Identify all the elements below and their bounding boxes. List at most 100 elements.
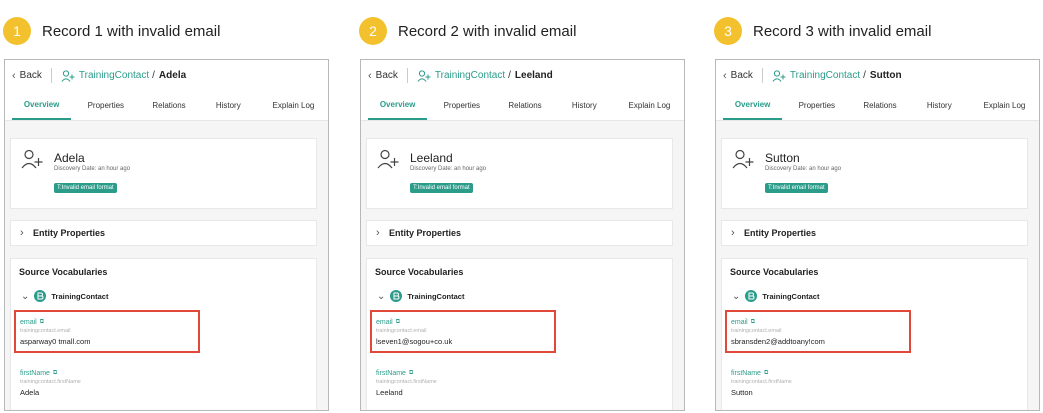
tab-explain-log[interactable]: Explain Log [615, 91, 684, 120]
entity-properties-section[interactable]: › Entity Properties [366, 220, 673, 246]
add-person-icon [21, 149, 43, 169]
entity-properties-label: Entity Properties [389, 228, 462, 238]
vocabulary-name: TrainingContact [407, 291, 465, 301]
step-label: Record 1 with invalid email [42, 22, 221, 40]
external-link-icon[interactable]: ⧉ [764, 370, 768, 377]
invalid-email-highlight [14, 310, 200, 353]
invalid-email-highlight [370, 310, 556, 353]
source-vocabularies-title: Source Vocabularies [19, 267, 108, 277]
entity-name: Adela [158, 70, 187, 81]
step-number-badge: 2 [359, 17, 387, 45]
firstname-value: Leeland [376, 388, 403, 397]
step-number-badge: 1 [3, 17, 31, 45]
tab-relations[interactable]: Relations [851, 91, 908, 120]
tab-overview[interactable]: Overview [12, 91, 72, 120]
tab-properties[interactable]: Properties [427, 91, 496, 120]
entity-header-card: Sutton Discovery Date: an hour ago T:Inv… [721, 138, 1028, 209]
vocabulary-toggle[interactable]: ⌄ TrainingContact [732, 290, 819, 302]
vocabulary-name: TrainingContact [762, 291, 820, 301]
tab-overview[interactable]: Overview [723, 91, 783, 120]
discovery-date: Discovery Date: an hour ago [765, 166, 842, 172]
source-vocabularies-section: Source Vocabularies ⌄ TrainingContact em… [366, 258, 673, 410]
chevron-down-icon: ⌄ [21, 290, 30, 302]
entity-properties-label: Entity Properties [744, 228, 817, 238]
back-button[interactable]: ‹ Back [12, 70, 42, 82]
vocabulary-icon [34, 290, 47, 302]
chevron-right-icon: › [20, 227, 24, 239]
tab-properties[interactable]: Properties [71, 91, 140, 120]
source-vocabularies-title: Source Vocabularies [730, 267, 819, 277]
tag-badge[interactable]: T:Invalid email format [410, 183, 473, 193]
firstname-value: Sutton [731, 388, 753, 397]
entity-header-card: Adela Discovery Date: an hour ago T:Inva… [10, 138, 317, 209]
tag-badge[interactable]: T:Invalid email format [765, 183, 828, 193]
vocabulary-toggle[interactable]: ⌄ TrainingContact [21, 290, 108, 302]
back-label: Back [19, 70, 42, 81]
entity-type-link[interactable]: TrainingContact [417, 69, 506, 82]
entity-properties-label: Entity Properties [33, 228, 106, 238]
tab-history[interactable]: History [198, 91, 259, 120]
divider [406, 68, 408, 83]
entity-title: Adela [54, 151, 85, 165]
record-panel: ‹ Back TrainingContact / Adela Overview … [4, 59, 329, 411]
tab-relations[interactable]: Relations [140, 91, 197, 120]
add-person-icon [377, 149, 399, 169]
vocabulary-icon [390, 290, 403, 302]
entity-header-card: Leeland Discovery Date: an hour ago T:In… [366, 138, 673, 209]
breadcrumb: ‹ Back TrainingContact / Adela [5, 60, 328, 91]
divider [761, 68, 763, 83]
vocabulary-toggle[interactable]: ⌄ TrainingContact [377, 290, 464, 302]
external-link-icon[interactable]: ⧉ [409, 370, 413, 377]
firstname-value: Adela [20, 388, 40, 397]
chevron-left-icon: ‹ [723, 69, 727, 82]
tab-explain-log[interactable]: Explain Log [970, 91, 1039, 120]
chevron-down-icon: ⌄ [732, 290, 741, 302]
source-vocabularies-title: Source Vocabularies [375, 267, 464, 277]
step-header: 3 Record 3 with invalid email [714, 16, 931, 46]
entity-type-link[interactable]: TrainingContact [772, 69, 860, 82]
record-column-1: 1 Record 1 with invalid email ‹ Back Tra… [3, 0, 332, 413]
tab-history[interactable]: History [909, 91, 970, 120]
entity-type-label: TrainingContact [434, 70, 506, 81]
record-panel: ‹ Back TrainingContact / Sutton Overview… [715, 59, 1040, 411]
back-label: Back [730, 70, 753, 81]
tab-properties[interactable]: Properties [782, 91, 851, 120]
firstname-label[interactable]: firstName [376, 370, 406, 377]
tab-explain-log[interactable]: Explain Log [259, 91, 328, 120]
tab-history[interactable]: History [554, 91, 615, 120]
firstname-field: firstName ⧉ trainingcontact.firstName Lee… [376, 370, 437, 397]
entity-name: Sutton [869, 70, 902, 81]
entity-properties-section[interactable]: › Entity Properties [721, 220, 1028, 246]
chevron-down-icon: ⌄ [377, 290, 386, 302]
firstname-label[interactable]: firstName [731, 370, 761, 377]
chevron-left-icon: ‹ [12, 69, 16, 82]
tab-relations[interactable]: Relations [496, 91, 553, 120]
add-person-icon [417, 69, 431, 82]
record-column-3: 3 Record 3 with invalid email ‹ Back Tra… [714, 0, 1043, 413]
firstname-label[interactable]: firstName [20, 370, 50, 377]
tab-bar: Overview Properties Relations History Ex… [5, 91, 328, 121]
step-number-badge: 3 [714, 17, 742, 45]
record-panel: ‹ Back TrainingContact / Leeland Overvie… [360, 59, 685, 411]
tab-overview[interactable]: Overview [368, 91, 428, 120]
firstname-key: trainingcontact.firstName [20, 379, 81, 385]
add-person-icon [772, 69, 786, 82]
external-link-icon[interactable]: ⧉ [53, 370, 57, 377]
divider [50, 68, 52, 83]
chevron-left-icon: ‹ [368, 69, 372, 82]
step-label: Record 2 with invalid email [398, 22, 577, 40]
step-header: 1 Record 1 with invalid email [3, 16, 220, 46]
add-person-icon [61, 69, 75, 82]
entity-properties-section[interactable]: › Entity Properties [10, 220, 317, 246]
back-button[interactable]: ‹ Back [723, 70, 753, 82]
tab-bar: Overview Properties Relations History Ex… [716, 91, 1039, 121]
vocabulary-name: TrainingContact [51, 291, 109, 301]
back-button[interactable]: ‹ Back [368, 70, 398, 82]
entity-type-link[interactable]: TrainingContact [61, 69, 149, 82]
record-column-2: 2 Record 2 with invalid email ‹ Back Tra… [359, 0, 688, 413]
entity-title: Sutton [765, 151, 800, 165]
tag-badge[interactable]: T:Invalid email format [54, 183, 117, 193]
discovery-date: Discovery Date: an hour ago [54, 166, 131, 172]
source-vocabularies-section: Source Vocabularies ⌄ TrainingContact em… [10, 258, 317, 410]
invalid-email-highlight [725, 310, 911, 353]
